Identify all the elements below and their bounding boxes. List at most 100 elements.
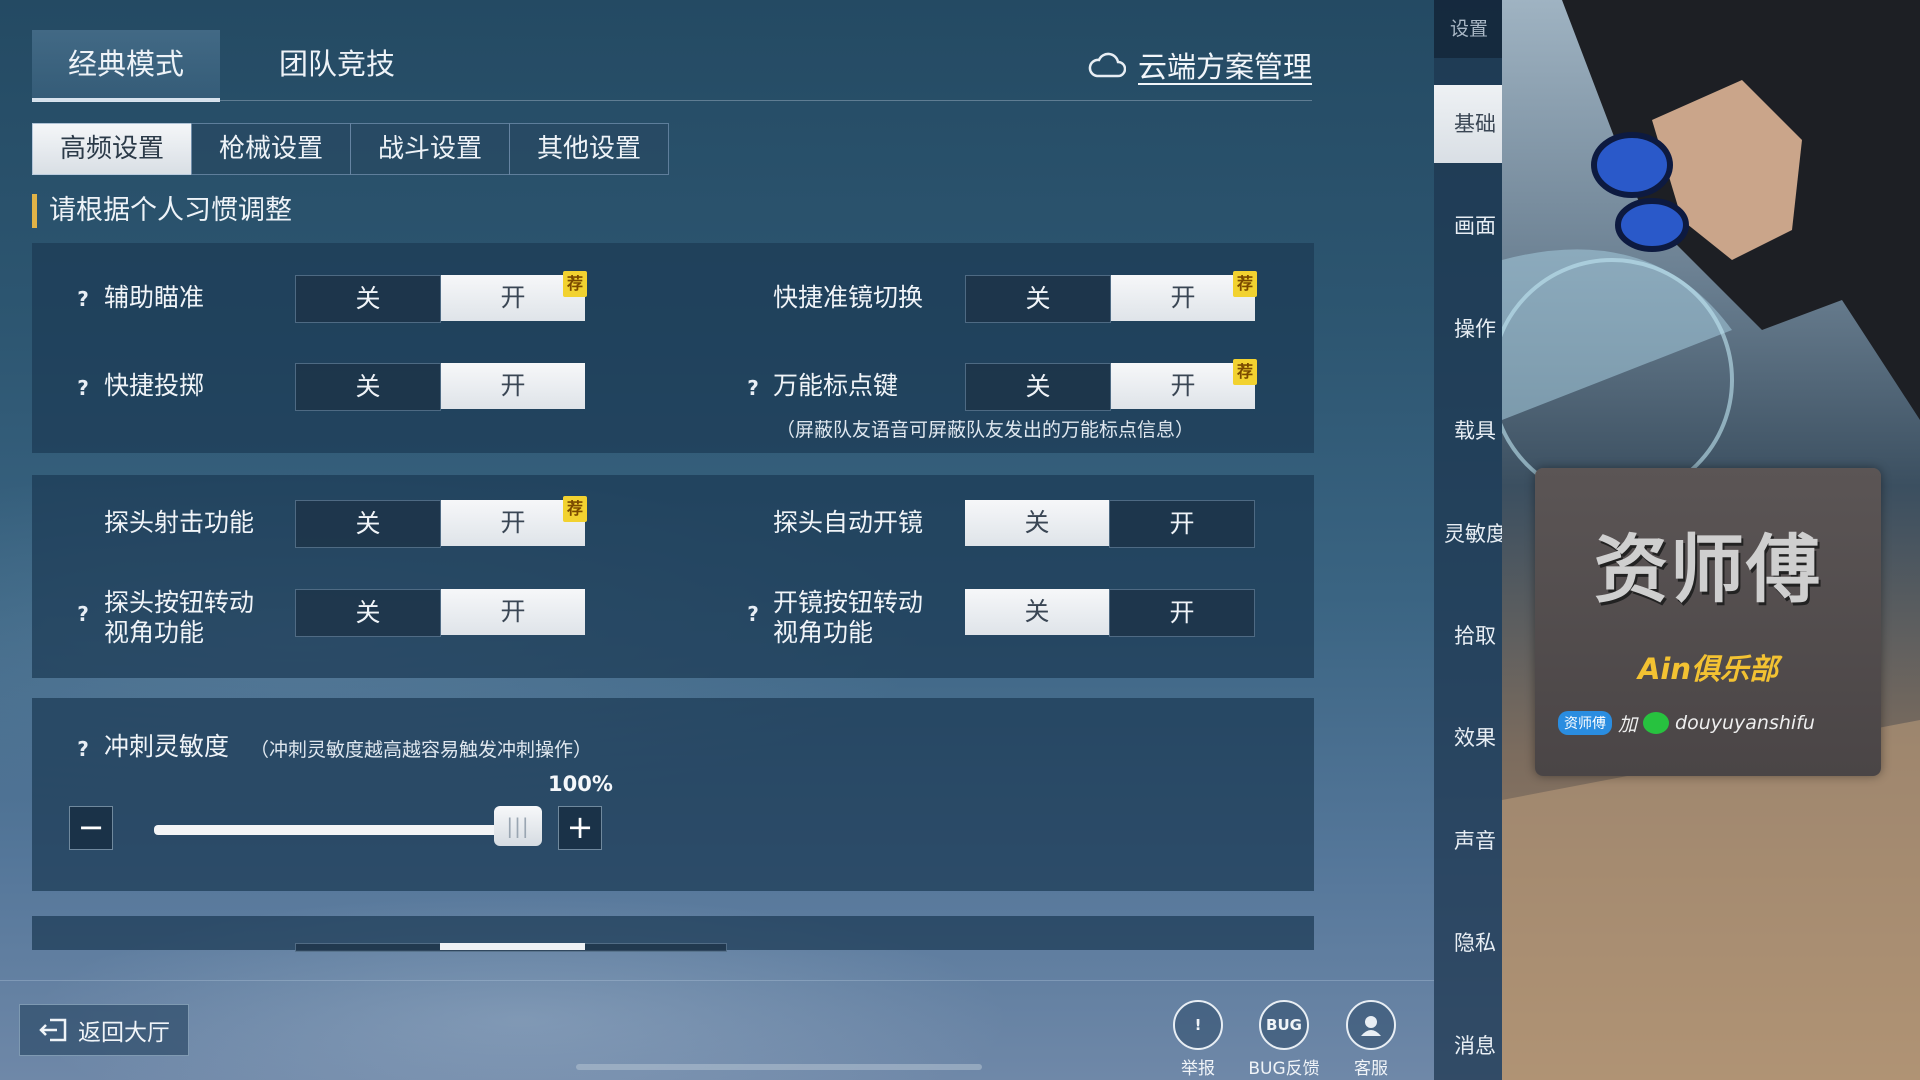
side-nav-item-pickup[interactable]: 拾取	[1434, 620, 1502, 650]
scope-button-rotate-label: 开镜按钮转动 视角功能	[773, 588, 923, 648]
bottom-divider	[0, 980, 1434, 981]
scrollbar[interactable]	[576, 1064, 982, 1070]
aim-assist-off-option[interactable]: 关	[295, 275, 441, 323]
overlay-connector: 加	[1618, 713, 1638, 736]
side-nav-item-vehicle[interactable]: 载具	[1434, 415, 1502, 445]
peek-button-rotate-off-option[interactable]: 关	[295, 589, 441, 637]
tab-weapon-settings[interactable]: 枪械设置	[191, 123, 351, 175]
side-nav-item-sound[interactable]: 声音	[1434, 825, 1502, 855]
settings-sub-tabs: 高频设置 枪械设置 战斗设置 其他设置	[32, 123, 669, 175]
cloud-icon	[1088, 52, 1126, 78]
peek-button-rotate-on-option[interactable]: 开	[441, 589, 585, 635]
customer-service-label: 客服	[1354, 1059, 1388, 1079]
help-icon[interactable]: ?	[73, 287, 93, 311]
aim-assist-toggle: 关 开荐	[295, 271, 587, 323]
wechat-icon	[1643, 712, 1670, 734]
report-icon: !	[1173, 1000, 1223, 1050]
quick-throw-off-option[interactable]: 关	[295, 363, 441, 411]
qq-badge: 资师傅	[1558, 711, 1612, 735]
peek-button-rotate-label: 探头按钮转动 视角功能	[104, 588, 254, 648]
customer-service-button[interactable]: 客服	[1331, 1000, 1411, 1079]
tab-other-settings[interactable]: 其他设置	[509, 123, 669, 175]
recommend-badge: 荐	[563, 496, 587, 522]
wechat-id: douyuyanshifu	[1675, 712, 1815, 734]
next-row-toggle-selected	[440, 943, 585, 950]
peek-button-rotate-label-line1: 探头按钮转动	[104, 588, 255, 617]
back-to-lobby-button[interactable]: 返回大厅	[19, 1004, 189, 1056]
aim-assist-on-label: 开	[500, 283, 526, 312]
sprint-sensitivity-panel	[32, 698, 1314, 891]
report-button[interactable]: ! 举报	[1158, 1000, 1238, 1079]
scope-button-rotate-off-option[interactable]: 关	[965, 589, 1109, 635]
section-hint-title: 请根据个人习惯调整	[32, 194, 292, 228]
scope-button-rotate-label-line2: 视角功能	[773, 618, 874, 647]
sprint-sensitivity-slider-track[interactable]	[154, 825, 526, 835]
headset-icon	[1346, 1000, 1396, 1050]
overlay-logo-title: 资师傅	[1594, 527, 1822, 613]
quick-scope-switch-toggle: 关 开荐	[965, 271, 1257, 323]
side-nav-item-effects[interactable]: 效果	[1434, 722, 1502, 752]
bug-feedback-label: BUG反馈	[1248, 1059, 1320, 1079]
help-icon[interactable]: ?	[73, 737, 93, 761]
quick-scope-switch-on-option[interactable]: 开荐	[1111, 271, 1257, 321]
increase-button[interactable]: +	[558, 806, 602, 850]
peek-fire-on-label: 开	[500, 508, 526, 537]
help-icon[interactable]: ?	[743, 602, 763, 626]
tab-classic-mode[interactable]: 经典模式	[32, 30, 220, 102]
sprint-sensitivity-value: 100%	[548, 772, 613, 796]
universal-marker-note: （屏蔽队友语音可屏蔽队友发出的万能标点信息）	[776, 419, 1195, 441]
universal-marker-label: 万能标点键	[773, 371, 899, 400]
tab-combat-settings[interactable]: 战斗设置	[350, 123, 510, 175]
decrease-button[interactable]: −	[69, 806, 113, 850]
quick-scope-switch-on-label: 开	[1170, 283, 1196, 312]
peek-auto-scope-label: 探头自动开镜	[773, 508, 924, 537]
help-icon[interactable]: ?	[73, 602, 93, 626]
tab-divider	[32, 100, 1312, 101]
bug-feedback-button[interactable]: BUG BUG反馈	[1244, 1000, 1324, 1079]
scope-button-rotate-label-line1: 开镜按钮转动	[773, 588, 924, 617]
peek-auto-scope-toggle: 关 开	[965, 500, 1255, 548]
tab-high-frequency[interactable]: 高频设置	[32, 123, 192, 175]
peek-button-rotate-toggle: 关 开	[295, 589, 585, 637]
quick-throw-toggle: 关 开	[295, 363, 585, 411]
side-nav-item-sensitivity[interactable]: 灵敏度	[1434, 518, 1502, 548]
help-icon[interactable]: ?	[73, 376, 93, 400]
peek-fire-toggle: 关 开荐	[295, 496, 587, 548]
side-nav-header: 设置	[1434, 0, 1502, 58]
quick-throw-on-option[interactable]: 开	[441, 363, 585, 409]
bug-icon: BUG	[1259, 1000, 1309, 1050]
sprint-sensitivity-label: 冲刺灵敏度	[104, 732, 230, 761]
cloud-scheme-manager-link[interactable]: 云端方案管理	[1088, 44, 1312, 86]
peek-auto-scope-off-option[interactable]: 关	[965, 500, 1109, 546]
sprint-sensitivity-slider-thumb[interactable]: |||	[494, 806, 542, 846]
side-nav-item-graphics[interactable]: 画面	[1434, 210, 1502, 240]
scope-button-rotate-on-option[interactable]: 开	[1109, 589, 1255, 637]
report-label: 举报	[1181, 1059, 1215, 1079]
quick-scope-switch-label: 快捷准镜切换	[773, 283, 924, 312]
cloud-scheme-manager-label: 云端方案管理	[1138, 50, 1313, 84]
side-nav-item-controls[interactable]: 操作	[1434, 313, 1502, 343]
scope-button-rotate-toggle: 关 开	[965, 589, 1255, 637]
aim-assist-label: 辅助瞄准	[104, 283, 205, 312]
peek-fire-on-option[interactable]: 开荐	[441, 496, 587, 546]
side-nav-item-basic[interactable]: 基础	[1434, 85, 1502, 163]
back-to-lobby-label: 返回大厅	[78, 1020, 170, 1046]
exit-icon	[39, 1018, 67, 1042]
sprint-sensitivity-note: （冲刺灵敏度越高越容易触发冲刺操作）	[250, 739, 593, 761]
quick-scope-switch-off-option[interactable]: 关	[965, 275, 1111, 323]
peek-button-rotate-label-line2: 视角功能	[104, 618, 205, 647]
aim-assist-on-option[interactable]: 开荐	[441, 271, 587, 321]
peek-fire-off-option[interactable]: 关	[295, 500, 441, 548]
universal-marker-on-option[interactable]: 开荐	[1111, 359, 1257, 409]
universal-marker-off-option[interactable]: 关	[965, 363, 1111, 411]
side-nav-item-privacy[interactable]: 隐私	[1434, 927, 1502, 957]
tab-team-deathmatch[interactable]: 团队竞技	[250, 30, 424, 98]
side-nav-item-messages[interactable]: 消息	[1434, 1030, 1502, 1060]
universal-marker-toggle: 关 开荐	[965, 359, 1257, 411]
help-icon[interactable]: ?	[743, 376, 763, 400]
peek-auto-scope-on-option[interactable]: 开	[1109, 500, 1255, 548]
recommend-badge: 荐	[563, 271, 587, 297]
overlay-club-name: Ain俱乐部	[1637, 652, 1779, 686]
peek-fire-label: 探头射击功能	[104, 508, 255, 537]
quick-throw-label: 快捷投掷	[104, 371, 205, 400]
